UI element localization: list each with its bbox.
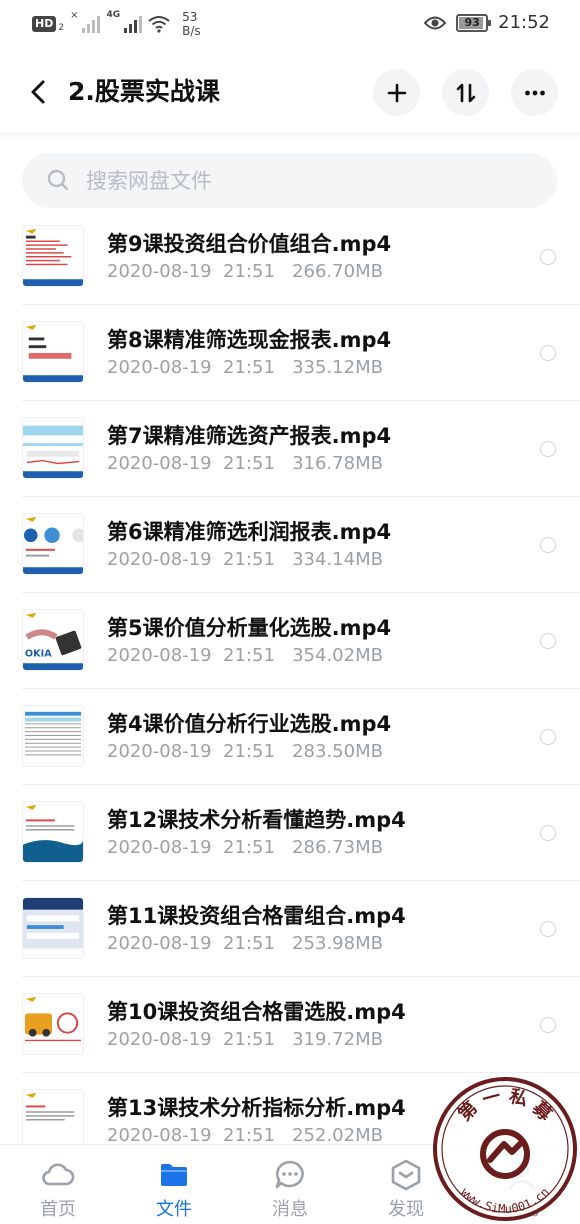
file-meta: 2020-08-19 21:51 266.70MB bbox=[107, 261, 383, 282]
select-radio[interactable] bbox=[540, 249, 556, 265]
file-meta: 2020-08-19 21:51 253.98MB bbox=[107, 933, 383, 954]
video-thumbnail bbox=[22, 417, 84, 479]
status-left: HD 2 × 4G 53 B/s bbox=[32, 10, 201, 38]
file-name: 第6课精准筛选利润报表.mp4 bbox=[107, 520, 392, 544]
add-icon bbox=[387, 83, 406, 102]
file-name: 第8课精准筛选现金报表.mp4 bbox=[107, 328, 392, 352]
file-meta: 2020-08-19 21:51 335.12MB bbox=[107, 357, 383, 378]
watermark-seal: 第 一 私 募 www.SiMu001.cn bbox=[433, 1077, 577, 1221]
file-name: 第5课价值分析量化选股.mp4 bbox=[107, 616, 392, 640]
file-row[interactable]: OKIA 第5课价值分析量化选股.mp4 2020-08-19 21:51 354.… bbox=[0, 593, 580, 689]
video-thumbnail bbox=[22, 897, 84, 959]
header-divider bbox=[0, 132, 580, 140]
file-name: 第13课技术分析指标分析.mp4 bbox=[107, 1096, 406, 1120]
battery-icon: 93 bbox=[456, 13, 492, 32]
file-name: 第12课技术分析看懂趋势.mp4 bbox=[107, 808, 406, 832]
video-thumbnail bbox=[22, 705, 84, 767]
file-row[interactable]: 第12课技术分析看懂趋势.mp4 2020-08-19 21:51 286.73M… bbox=[0, 785, 580, 881]
video-thumbnail bbox=[22, 225, 84, 287]
file-row[interactable]: 第9课投资组合价值组合.mp4 2020-08-19 21:51 266.70MB bbox=[0, 209, 580, 305]
status-right: 93 21:52 bbox=[424, 12, 550, 33]
cube-icon bbox=[391, 1159, 421, 1191]
select-radio[interactable] bbox=[540, 441, 556, 457]
select-radio[interactable] bbox=[540, 825, 556, 841]
select-radio[interactable] bbox=[540, 537, 556, 553]
cloud-icon bbox=[42, 1163, 75, 1186]
file-meta: 2020-08-19 21:51 316.78MB bbox=[107, 453, 383, 474]
eye-icon bbox=[424, 16, 447, 29]
search-placeholder: 搜索网盘文件 bbox=[86, 169, 212, 193]
file-row[interactable]: 第4课价值分析行业选股.mp4 2020-08-19 21:51 283.50MB bbox=[0, 689, 580, 785]
header: 2.股票实战课 bbox=[0, 60, 580, 124]
status-bar: HD 2 × 4G 53 B/s 93 21:52 bbox=[0, 0, 580, 52]
speed-value: 53 bbox=[182, 10, 198, 24]
folder-icon bbox=[161, 1164, 187, 1186]
sort-button[interactable] bbox=[442, 69, 489, 116]
file-meta: 2020-08-19 21:51 354.02MB bbox=[107, 645, 383, 666]
page-title: 2.股票实战课 bbox=[68, 77, 220, 106]
file-meta: 2020-08-19 21:51 334.14MB bbox=[107, 549, 383, 570]
signal-icon bbox=[82, 15, 101, 33]
video-thumbnail bbox=[22, 1089, 84, 1144]
video-thumbnail: OKIA bbox=[22, 609, 84, 671]
tab-files-label: 文件 bbox=[156, 1199, 192, 1220]
hd-icon: HD bbox=[32, 16, 57, 32]
video-thumbnail bbox=[22, 801, 84, 863]
file-meta: 2020-08-19 21:51 319.72MB bbox=[107, 1029, 383, 1050]
select-radio[interactable] bbox=[540, 921, 556, 937]
file-name: 第4课价值分析行业选股.mp4 bbox=[107, 712, 392, 736]
wifi-icon bbox=[148, 16, 170, 33]
file-name: 第7课精准筛选资产报表.mp4 bbox=[107, 424, 392, 448]
sort-icon bbox=[456, 83, 475, 102]
video-thumbnail bbox=[22, 513, 84, 575]
clock: 21:52 bbox=[498, 12, 550, 33]
battery-level: 93 bbox=[464, 15, 480, 29]
network-speed: 53 B/s bbox=[182, 10, 201, 38]
back-button[interactable] bbox=[24, 74, 54, 110]
tab-home-label: 首页 bbox=[40, 1199, 76, 1220]
file-name: 第11课投资组合格雷组合.mp4 bbox=[107, 904, 406, 928]
chevron-left-icon bbox=[31, 80, 45, 104]
select-radio[interactable] bbox=[540, 633, 556, 649]
file-meta: 2020-08-19 21:51 283.50MB bbox=[107, 741, 383, 762]
video-thumbnail bbox=[22, 321, 84, 383]
svg-text:OKIA: OKIA bbox=[25, 648, 52, 659]
more-button[interactable] bbox=[511, 69, 558, 116]
more-icon bbox=[524, 90, 545, 95]
file-name: 第10课投资组合格雷选股.mp4 bbox=[107, 1000, 406, 1024]
signal-icon-2 bbox=[124, 15, 143, 33]
tab-messages-label: 消息 bbox=[272, 1199, 308, 1220]
file-row[interactable]: 第6课精准筛选利润报表.mp4 2020-08-19 21:51 334.14MB bbox=[0, 497, 580, 593]
video-thumbnail bbox=[22, 993, 84, 1055]
tab-messages[interactable]: 消息 bbox=[250, 1157, 330, 1221]
file-list: 第9课投资组合价值组合.mp4 2020-08-19 21:51 266.70MB… bbox=[0, 209, 580, 1144]
file-meta: 2020-08-19 21:51 286.73MB bbox=[107, 837, 383, 858]
search-icon bbox=[47, 169, 69, 191]
hd-sim-number: 2 bbox=[58, 23, 65, 33]
tab-files[interactable]: 文件 bbox=[134, 1157, 214, 1221]
no-signal-mark: × bbox=[70, 10, 79, 21]
speed-unit: B/s bbox=[182, 24, 201, 38]
select-radio[interactable] bbox=[540, 729, 556, 745]
file-row[interactable]: 第7课精准筛选资产报表.mp4 2020-08-19 21:51 316.78MB bbox=[0, 401, 580, 497]
file-row[interactable]: 第10课投资组合格雷选股.mp4 2020-08-19 21:51 319.72M… bbox=[0, 977, 580, 1073]
file-name: 第9课投资组合价值组合.mp4 bbox=[107, 232, 392, 256]
tab-home[interactable]: 首页 bbox=[18, 1157, 98, 1221]
select-radio[interactable] bbox=[540, 345, 556, 361]
file-row[interactable]: 第8课精准筛选现金报表.mp4 2020-08-19 21:51 335.12MB bbox=[0, 305, 580, 401]
chat-icon bbox=[275, 1160, 304, 1189]
file-meta: 2020-08-19 21:51 252.02MB bbox=[107, 1125, 383, 1144]
select-radio[interactable] bbox=[540, 1017, 556, 1033]
network-type: 4G bbox=[106, 10, 121, 20]
search-bar[interactable]: 搜索网盘文件 bbox=[22, 153, 557, 208]
file-row[interactable]: 第11课投资组合格雷组合.mp4 2020-08-19 21:51 253.98M… bbox=[0, 881, 580, 977]
add-button[interactable] bbox=[373, 69, 420, 116]
